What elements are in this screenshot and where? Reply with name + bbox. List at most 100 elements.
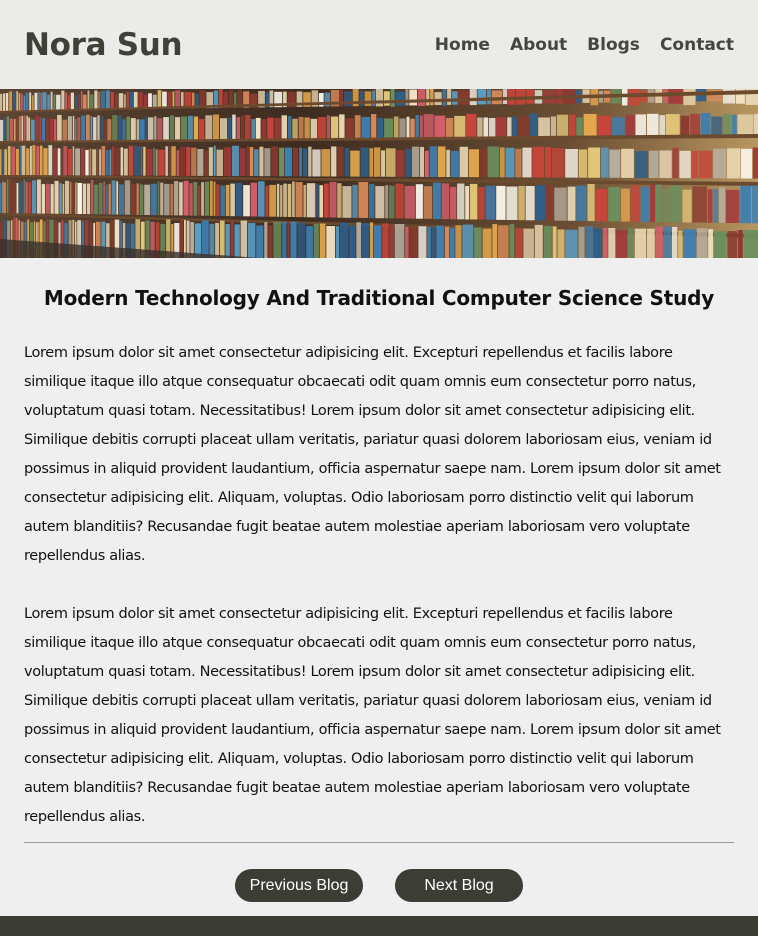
book-spine <box>405 148 412 177</box>
book-spine <box>158 149 165 176</box>
book-spine <box>225 224 230 258</box>
book-spine <box>70 92 74 110</box>
book-spine <box>568 114 576 139</box>
book-spine <box>21 145 26 176</box>
book-spine <box>93 117 97 141</box>
book-spine <box>145 116 148 141</box>
book-spine <box>700 113 711 138</box>
article-paragraph-2: Lorem ipsum dolor sit amet consectetur a… <box>24 606 721 825</box>
nav-contact-link[interactable]: Contact <box>660 35 734 55</box>
book-spine <box>678 230 683 258</box>
book-spine <box>415 184 423 219</box>
book-spine <box>522 147 532 178</box>
book-spine <box>19 181 23 214</box>
book-spine <box>80 91 83 110</box>
book-spine <box>26 148 30 176</box>
book-spine <box>128 145 134 176</box>
book-spine <box>65 180 69 214</box>
book-spine <box>114 147 120 176</box>
nav-about-link[interactable]: About <box>510 35 567 55</box>
book-spine <box>627 228 634 258</box>
book-spine <box>63 146 68 176</box>
book-spine <box>190 222 194 258</box>
book-spine <box>382 223 389 258</box>
book-spine <box>663 226 672 258</box>
book-spine <box>509 224 515 258</box>
book-spine <box>668 89 683 104</box>
book-spine <box>557 229 565 258</box>
book-spine <box>316 183 319 218</box>
book-spine <box>67 116 72 141</box>
previous-blog-button[interactable]: Previous Blog <box>235 869 363 902</box>
nav-blogs-link[interactable]: Blogs <box>587 35 640 55</box>
nav-home-link[interactable]: Home <box>435 35 490 55</box>
book-spine <box>112 146 114 176</box>
book-spine <box>287 183 292 217</box>
book-spine <box>319 185 323 218</box>
book-spine <box>25 92 29 111</box>
book-spine <box>442 89 447 106</box>
book-spine <box>201 220 209 258</box>
book-spine <box>12 91 16 111</box>
book-spine <box>62 119 68 141</box>
book-spine <box>727 231 738 258</box>
book-spine <box>77 117 81 141</box>
book-spine <box>215 222 220 258</box>
book-spine <box>576 185 587 221</box>
book-spine <box>140 146 143 176</box>
book-spine <box>498 225 509 258</box>
book-spine <box>140 119 145 141</box>
book-spine <box>201 182 205 216</box>
book-spine <box>680 115 690 138</box>
book-spine <box>517 115 530 139</box>
book-spine <box>2 181 4 213</box>
book-spine <box>216 184 220 216</box>
book-spine <box>345 118 354 140</box>
book-spine <box>725 189 740 223</box>
book-spine <box>213 145 216 176</box>
book-spine <box>489 118 496 139</box>
book-spine <box>356 222 362 258</box>
book-spine <box>593 228 603 258</box>
book-spine <box>292 181 295 217</box>
book-spine <box>0 183 2 213</box>
book-spine <box>662 188 670 223</box>
book-spine <box>124 180 131 215</box>
book-spine <box>427 226 431 258</box>
book-spine <box>672 147 679 179</box>
book-spine <box>713 188 719 223</box>
book-spine <box>18 116 21 141</box>
next-blog-button[interactable]: Next Blog <box>395 869 523 902</box>
book-spine <box>419 115 423 139</box>
site-brand[interactable]: Nora Sun <box>24 27 183 63</box>
book-spine <box>57 114 62 141</box>
book-spine <box>175 117 181 141</box>
book-spine <box>515 148 522 178</box>
book-spine <box>43 148 48 176</box>
book-spine <box>395 183 404 219</box>
book-spine <box>507 117 512 139</box>
book-spine <box>0 93 3 111</box>
book-spine <box>4 149 8 176</box>
book-spine <box>15 148 19 176</box>
book-spine <box>696 228 708 258</box>
book-spine <box>157 90 162 109</box>
book-spine <box>406 116 410 140</box>
book-spine <box>318 117 326 140</box>
site-header: Nora Sun Home About Blogs Contact <box>0 0 758 89</box>
book-spine <box>620 188 630 222</box>
book-spine <box>99 149 101 176</box>
book-spine <box>171 146 176 176</box>
book-spine <box>114 93 119 110</box>
book-spine <box>194 223 202 258</box>
book-spine <box>330 116 339 140</box>
book-spine <box>255 117 261 140</box>
book-spine <box>45 183 50 214</box>
book-spine <box>502 89 508 104</box>
book-spine <box>672 226 678 258</box>
book-spine <box>271 146 279 177</box>
book-spine <box>455 225 462 258</box>
book-spine <box>486 89 492 105</box>
book-spine <box>193 116 199 141</box>
book-spine <box>474 227 482 258</box>
